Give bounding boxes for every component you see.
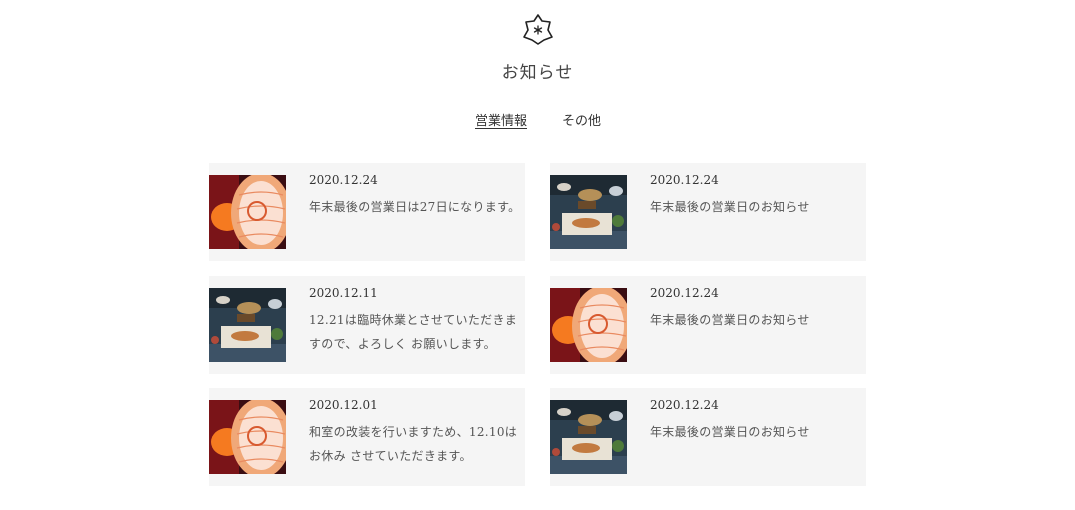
- news-text: 和室の改装を行いますため、12.10はお休み させていただきます。: [309, 425, 518, 463]
- news-text: 年末最後の営業日のお知らせ: [650, 425, 810, 439]
- news-card[interactable]: 2020.12.24 年末最後の営業日のお知らせ: [550, 276, 866, 374]
- news-thumbnail: [550, 288, 627, 362]
- news-date: 2020.12.24: [650, 398, 719, 412]
- news-date: 2020.12.24: [650, 286, 719, 300]
- news-date: 2020.12.01: [309, 398, 378, 412]
- category-tabs: 営業情報 その他: [0, 110, 1075, 130]
- news-card[interactable]: 2020.12.24 年末最後の営業日のお知らせ: [550, 163, 866, 261]
- news-date: 2020.12.24: [650, 173, 719, 187]
- news-card[interactable]: 2020.12.24 年末最後の営業日のお知らせ: [550, 388, 866, 486]
- news-card[interactable]: 2020.12.24 年末最後の営業日は27日になります。: [209, 163, 525, 261]
- news-text: 12.21は臨時休業とさせていただきますので、よろしく お願いします。: [309, 313, 518, 351]
- news-thumbnail: [209, 175, 286, 249]
- news-date: 2020.12.11: [309, 286, 378, 300]
- news-thumbnail: [550, 175, 627, 249]
- news-text: 年末最後の営業日のお知らせ: [650, 313, 810, 327]
- page-title: お知らせ: [501, 63, 574, 83]
- news-text: 年末最後の営業日は27日になります。: [309, 200, 521, 214]
- sakura-logo-icon: [523, 14, 553, 45]
- news-card[interactable]: 2020.12.11 12.21は臨時休業とさせていただきますので、よろしく お…: [209, 276, 525, 374]
- news-card[interactable]: 2020.12.01 和室の改装を行いますため、12.10はお休み させていただ…: [209, 388, 525, 486]
- news-text: 年末最後の営業日のお知らせ: [650, 200, 810, 214]
- news-date: 2020.12.24: [309, 173, 378, 187]
- news-thumbnail: [209, 288, 286, 362]
- news-thumbnail: [550, 400, 627, 474]
- news-thumbnail: [209, 400, 286, 474]
- tab-business-info[interactable]: 営業情報: [475, 110, 527, 129]
- tab-other[interactable]: その他: [562, 110, 601, 129]
